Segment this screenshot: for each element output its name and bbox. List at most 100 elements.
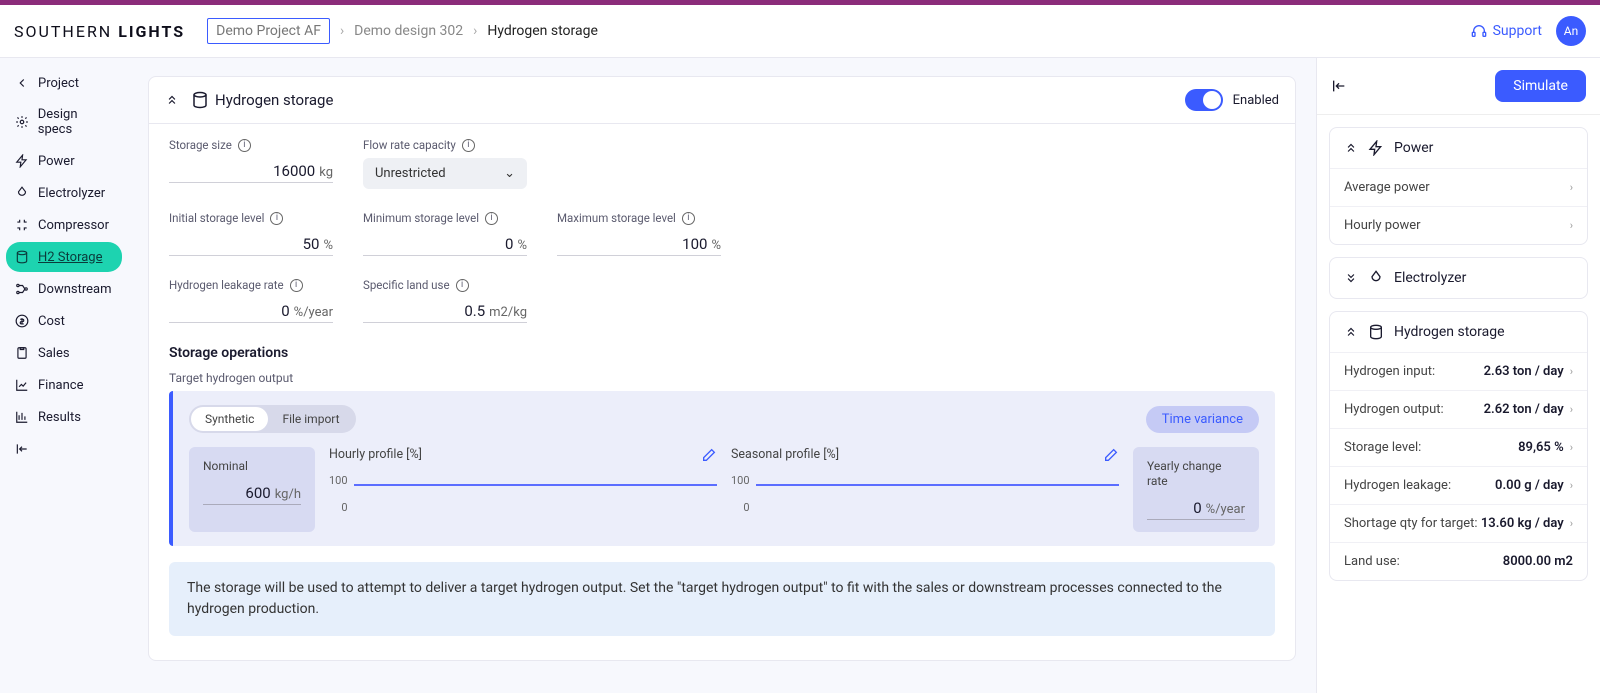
gear-icon <box>14 114 30 130</box>
collapse-left-icon[interactable] <box>1331 78 1347 94</box>
sidebar-item-power[interactable]: Power <box>6 146 122 176</box>
breadcrumb-design[interactable]: Demo design 302 <box>354 23 463 39</box>
chart-line-icon <box>14 377 30 393</box>
chart-bar-icon <box>14 409 30 425</box>
enabled-label: Enabled <box>1233 93 1279 108</box>
chevron-right-icon: › <box>340 23 344 39</box>
info-icon[interactable]: i <box>270 212 283 225</box>
headset-icon <box>1471 23 1487 39</box>
land-use-input[interactable]: 0.5m2/kg <box>363 298 527 323</box>
compress-icon <box>14 217 30 233</box>
sidebar-item-design-specs[interactable]: Design specs <box>6 100 122 144</box>
logo: SOUTHERN LIGHTS <box>14 22 185 41</box>
time-variance-button[interactable]: Time variance <box>1146 406 1259 433</box>
sidebar-item-results[interactable]: Results <box>6 402 122 432</box>
sidebar-item-label: Power <box>38 154 75 169</box>
chevron-right-icon: › <box>1570 479 1573 492</box>
card-title: Hydrogen storage <box>215 91 333 109</box>
database-icon <box>191 91 209 109</box>
sidebar-item-sales[interactable]: Sales <box>6 338 122 368</box>
edit-icon[interactable] <box>701 447 717 463</box>
sidebar-item-electrolyzer[interactable]: Electrolyzer <box>6 178 122 208</box>
rp-row-average-power[interactable]: Average power› <box>1330 168 1587 206</box>
field-storage-size: Storage sizei 16000 kg <box>169 138 333 189</box>
sidebar-collapse[interactable] <box>6 434 122 464</box>
simulate-button[interactable]: Simulate <box>1495 70 1586 102</box>
dollar-icon <box>14 313 30 329</box>
chevron-right-icon: › <box>1570 517 1573 530</box>
nominal-input[interactable]: 600kg/h <box>203 480 301 505</box>
enabled-toggle[interactable] <box>1185 89 1223 111</box>
sidebar-item-h2-storage[interactable]: H2 Storage <box>6 242 122 272</box>
expand-icon[interactable] <box>1344 271 1358 285</box>
sidebar: Project Design specs Power Electrolyzer … <box>0 58 128 693</box>
sidebar-item-label: Design specs <box>38 107 114 137</box>
rp-hstorage-card: Hydrogen storage Hydrogen input:2.63 ton… <box>1329 311 1588 581</box>
source-segmented: Synthetic File import <box>189 405 356 433</box>
rp-row[interactable]: Shortage qty for target:13.60 kg / day› <box>1330 504 1587 542</box>
bolt-icon <box>1368 140 1384 156</box>
drop-icon <box>1368 270 1384 286</box>
sidebar-item-downstream[interactable]: Downstream <box>6 274 122 304</box>
sidebar-item-label: Electrolyzer <box>38 186 105 201</box>
bolt-icon <box>14 153 30 169</box>
rp-row[interactable]: Hydrogen output:2.62 ton / day› <box>1330 390 1587 428</box>
sidebar-item-label: Compressor <box>38 218 109 233</box>
hourly-profile-chart: Hourly profile [%] 1000 <box>329 447 717 532</box>
storage-size-input[interactable]: 16000 kg <box>169 158 333 183</box>
support-link[interactable]: Support <box>1471 23 1542 39</box>
rp-row[interactable]: Storage level:89,65 %› <box>1330 428 1587 466</box>
field-flow-rate: Flow rate capacityi Unrestricted ⌄ <box>363 138 527 189</box>
leakage-input[interactable]: 0%/year <box>169 298 333 323</box>
yearly-change-input[interactable]: 0%/year <box>1147 495 1245 520</box>
rp-row[interactable]: Hydrogen input:2.63 ton / day› <box>1330 352 1587 390</box>
target-output-label: Target hydrogen output <box>169 371 1275 385</box>
info-icon[interactable]: i <box>462 139 475 152</box>
info-note: The storage will be used to attempt to d… <box>169 562 1275 636</box>
tab-synthetic[interactable]: Synthetic <box>191 407 268 431</box>
chevron-right-icon: › <box>1570 403 1573 416</box>
avatar[interactable]: An <box>1556 16 1586 46</box>
seasonal-profile-chart: Seasonal profile [%] 1000 <box>731 447 1119 532</box>
field-max-level: Maximum storage leveli 100% <box>557 211 721 256</box>
rp-row-hourly-power[interactable]: Hourly power› <box>1330 206 1587 244</box>
field-min-level: Minimum storage leveli 0% <box>363 211 527 256</box>
sidebar-item-compressor[interactable]: Compressor <box>6 210 122 240</box>
sidebar-item-label: Downstream <box>38 282 112 297</box>
info-icon[interactable]: i <box>456 279 469 292</box>
rp-power-card: Power Average power› Hourly power› <box>1329 127 1588 245</box>
chevron-right-icon: › <box>473 23 477 39</box>
info-icon[interactable]: i <box>485 212 498 225</box>
sidebar-item-finance[interactable]: Finance <box>6 370 122 400</box>
rp-electrolyzer-card: Electrolyzer <box>1329 257 1588 299</box>
tab-file-import[interactable]: File import <box>268 407 353 431</box>
database-icon <box>1368 324 1384 340</box>
info-icon[interactable]: i <box>290 279 303 292</box>
sidebar-item-label: H2 Storage <box>38 250 102 265</box>
breadcrumb: Demo Project AF › Demo design 302 › Hydr… <box>207 18 598 44</box>
collapse-icon[interactable] <box>1344 325 1358 339</box>
nominal-box: Nominal 600kg/h <box>189 447 315 532</box>
flow-rate-select[interactable]: Unrestricted ⌄ <box>363 158 527 189</box>
sidebar-item-cost[interactable]: Cost <box>6 306 122 336</box>
sidebar-item-project[interactable]: Project <box>6 68 122 98</box>
field-initial-level: Initial storage leveli 50% <box>169 211 333 256</box>
info-icon[interactable]: i <box>682 212 695 225</box>
field-land-use: Specific land usei 0.5m2/kg <box>363 278 527 323</box>
yearly-change-box: Yearly change rate 0%/year <box>1133 447 1259 532</box>
app-header: SOUTHERN LIGHTS Demo Project AF › Demo d… <box>0 5 1600 58</box>
max-level-input[interactable]: 100% <box>557 231 721 256</box>
info-icon[interactable]: i <box>238 139 251 152</box>
min-level-input[interactable]: 0% <box>363 231 527 256</box>
results-panel: Simulate Power Average power› Hourly pow… <box>1316 58 1600 693</box>
breadcrumb-project[interactable]: Demo Project AF <box>207 18 330 44</box>
edit-icon[interactable] <box>1103 447 1119 463</box>
chevron-right-icon: › <box>1570 365 1573 378</box>
sidebar-item-label: Project <box>38 76 79 91</box>
collapse-left-icon <box>14 441 30 457</box>
chevron-right-icon: › <box>1570 219 1573 232</box>
collapse-icon[interactable] <box>1344 141 1358 155</box>
initial-level-input[interactable]: 50% <box>169 231 333 256</box>
rp-row[interactable]: Hydrogen leakage:0.00 g / day› <box>1330 466 1587 504</box>
collapse-icon[interactable] <box>165 93 179 107</box>
